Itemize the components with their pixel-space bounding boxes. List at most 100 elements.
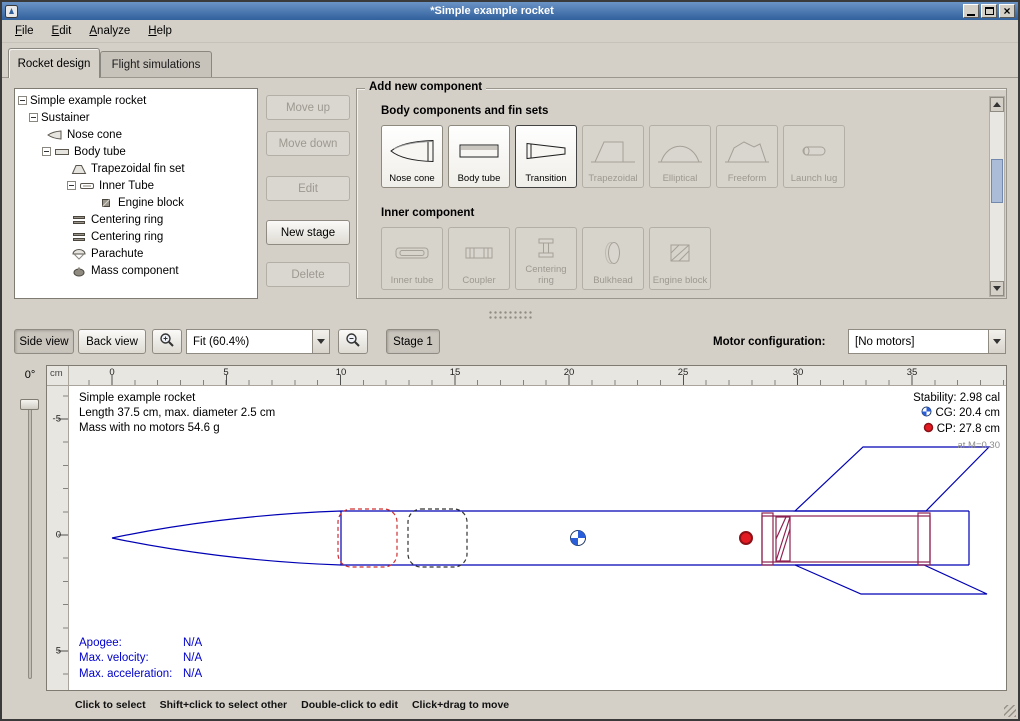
move-up-button[interactable]: Move up — [266, 95, 350, 120]
scroll-up-button[interactable] — [990, 97, 1004, 112]
rotation-slider[interactable] — [28, 401, 32, 679]
ruler-tick-label: 35 — [907, 367, 918, 378]
splitter-handle[interactable] — [488, 310, 532, 319]
maximize-icon — [985, 7, 994, 15]
status-bar: Click to select Shift+click to select ot… — [16, 695, 1004, 715]
add-bulkhead-button[interactable]: Bulkhead — [582, 227, 644, 290]
scroll-thumb[interactable] — [991, 159, 1003, 203]
tree-item-mass-component[interactable]: Mass component — [15, 262, 257, 279]
tree-item-rocket[interactable]: Simple example rocket — [15, 92, 257, 109]
body-tube-icon — [54, 146, 70, 158]
tree-item-inner-tube[interactable]: Inner Tube — [15, 177, 257, 194]
zoom-combo-arrow[interactable] — [312, 330, 329, 353]
tree-item-sustainer[interactable]: Sustainer — [15, 109, 257, 126]
tree-item-centering-ring-1[interactable]: Centering ring — [15, 211, 257, 228]
add-nose-cone-button[interactable]: Nose cone — [381, 125, 443, 188]
section-label-body: Body components and fin sets — [381, 105, 548, 117]
lower-fin — [795, 565, 987, 594]
back-view-button[interactable]: Back view — [78, 329, 146, 354]
cp-value: CP: 27.8 cm — [937, 423, 1000, 435]
scroll-down-button[interactable] — [990, 281, 1004, 296]
tree-item-label: Sustainer — [41, 112, 90, 124]
centering-ring-front — [762, 513, 773, 565]
ruler-tick-label: 25 — [678, 367, 689, 378]
minimize-button[interactable] — [963, 4, 979, 18]
zoom-in-button[interactable] — [152, 329, 182, 354]
move-down-button[interactable]: Move down — [266, 131, 350, 156]
component-tree[interactable]: Simple example rocket Sustainer Nose con… — [14, 88, 258, 299]
tree-item-body-tube[interactable]: Body tube — [15, 143, 257, 160]
add-freeform-button[interactable]: Freeform — [716, 125, 778, 188]
new-stage-button[interactable]: New stage — [266, 220, 350, 245]
freeform-fin-icon — [723, 129, 771, 174]
collapse-icon[interactable] — [67, 181, 76, 190]
collapse-icon[interactable] — [29, 113, 38, 122]
tree-item-label: Simple example rocket — [30, 95, 146, 107]
flight-summary: Apogee:N/A Max. velocity:N/A Max. accele… — [79, 636, 202, 683]
tree-item-parachute[interactable]: Parachute — [15, 245, 257, 262]
zoom-out-button[interactable] — [338, 329, 368, 354]
max-velocity-value: N/A — [183, 652, 202, 664]
titlebar[interactable]: *Simple example rocket × — [2, 2, 1018, 20]
menubar: File Edit Analyze Help — [2, 20, 1018, 43]
add-coupler-button[interactable]: Coupler — [448, 227, 510, 290]
collapse-icon[interactable] — [18, 96, 27, 105]
nose-cone-icon — [388, 129, 436, 174]
ruler-tick-label: -5 — [53, 414, 61, 425]
delete-button[interactable]: Delete — [266, 262, 350, 287]
status-hint: Click+drag to move — [412, 699, 509, 711]
zoom-combobox[interactable]: Fit (60.4%) — [186, 329, 330, 354]
menu-help[interactable]: Help — [139, 22, 181, 40]
edit-button[interactable]: Edit — [266, 176, 350, 201]
max-velocity-label: Max. velocity: — [79, 651, 183, 667]
canvas-frame: cm 0 5 10 15 20 25 30 35 -5 0 5 — [46, 365, 1007, 691]
maximize-button[interactable] — [981, 4, 997, 18]
motor-combo-arrow[interactable] — [988, 330, 1005, 353]
tree-item-engine-block[interactable]: Engine block — [15, 194, 257, 211]
component-scrollbar[interactable] — [989, 96, 1005, 297]
menu-file[interactable]: File — [6, 22, 43, 40]
collapse-icon[interactable] — [42, 147, 51, 156]
chevron-down-icon — [993, 339, 1001, 344]
cg-value: CG: 20.4 cm — [935, 407, 1000, 419]
add-transition-button[interactable]: Transition — [515, 125, 577, 188]
cg-marker — [571, 531, 586, 546]
ruler-tick-label: 15 — [450, 367, 461, 378]
add-inner-tube-button[interactable]: Inner tube — [381, 227, 443, 290]
menu-edit[interactable]: Edit — [43, 22, 81, 40]
resize-grip[interactable] — [1004, 705, 1016, 717]
chevron-down-icon — [317, 339, 325, 344]
add-body-tube-button[interactable]: Body tube — [448, 125, 510, 188]
stage-1-toggle[interactable]: Stage 1 — [386, 329, 440, 354]
tree-item-centering-ring-2[interactable]: Centering ring — [15, 228, 257, 245]
add-trapezoidal-button[interactable]: Trapezoidal — [582, 125, 644, 188]
side-view-button[interactable]: Side view — [14, 329, 74, 354]
menu-analyze[interactable]: Analyze — [80, 22, 139, 40]
tree-item-fin-set[interactable]: Trapezoidal fin set — [15, 160, 257, 177]
centering-ring-icon — [71, 231, 87, 243]
tree-item-label: Body tube — [74, 146, 126, 158]
add-centering-ring-button[interactable]: Centering ring — [515, 227, 577, 290]
rotation-slider-handle[interactable] — [20, 399, 39, 410]
close-button[interactable]: × — [999, 4, 1015, 18]
design-canvas[interactable]: Simple example rocket Length 37.5 cm, ma… — [69, 386, 1006, 690]
add-engine-block-button[interactable]: Engine block — [649, 227, 711, 290]
max-acceleration-value: N/A — [183, 668, 202, 680]
body-component-buttons: Nose cone Body tube Transition Trapezoid… — [381, 125, 845, 188]
max-acceleration-label: Max. acceleration: — [79, 667, 183, 683]
add-launch-lug-button[interactable]: Launch lug — [783, 125, 845, 188]
tree-item-label: Engine block — [118, 197, 184, 209]
tab-flight-simulations[interactable]: Flight simulations — [100, 51, 212, 77]
cg-legend-icon — [921, 406, 932, 422]
stability-value: Stability: 2.98 cal — [913, 391, 1000, 406]
add-elliptical-button[interactable]: Elliptical — [649, 125, 711, 188]
motor-config-combobox[interactable]: [No motors] — [848, 329, 1006, 354]
nose-cone-icon — [47, 129, 63, 141]
horizontal-ruler: 0 5 10 15 20 25 30 35 — [69, 366, 1006, 386]
magnifier-minus-icon — [345, 332, 361, 351]
rocket-mass: Mass with no motors 54.6 g — [79, 421, 275, 436]
window-title: *Simple example rocket — [21, 5, 963, 17]
mass-component-icon — [71, 265, 87, 277]
tab-rocket-design[interactable]: Rocket design — [8, 48, 100, 78]
tree-item-nose-cone[interactable]: Nose cone — [15, 126, 257, 143]
